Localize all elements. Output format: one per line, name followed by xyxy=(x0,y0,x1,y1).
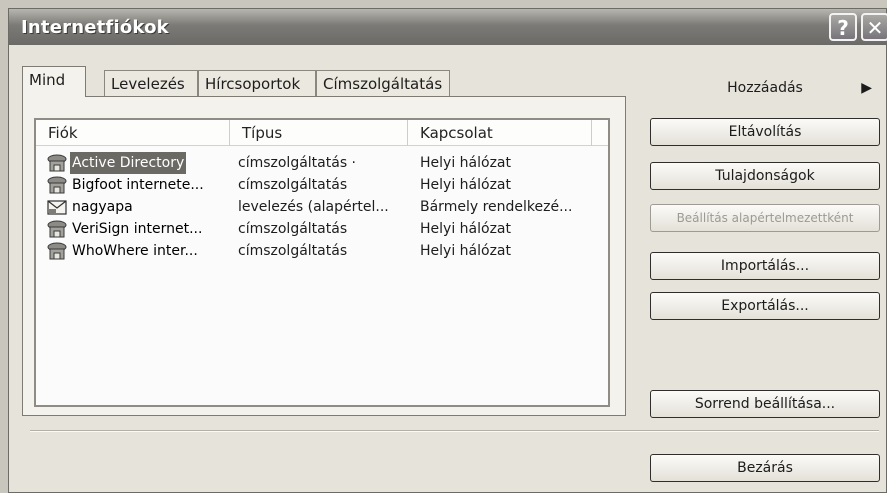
account-type: címszolgáltatás · xyxy=(238,155,357,171)
set-order-button[interactable]: Sorrend beállítása... xyxy=(650,390,880,418)
list-item[interactable]: nagyapa levelezés (alapértel... Bármely … xyxy=(36,196,608,218)
account-name: Bigfoot internete... xyxy=(72,177,204,193)
list-item[interactable]: VeriSign internet... címszolgáltatás Hel… xyxy=(36,218,608,240)
tab-directory-service-label: Címszolgáltatás xyxy=(323,75,443,93)
account-connection: Helyi hálózat xyxy=(420,221,511,237)
account-name: WhoWhere inter... xyxy=(72,243,198,259)
column-header-account[interactable]: Fiók xyxy=(36,120,230,146)
account-type: levelezés (alapértel... xyxy=(238,199,389,215)
close-window-button[interactable]: ✕ xyxy=(861,13,887,41)
account-connection: Bármely rendelkezé... xyxy=(420,199,573,215)
submenu-arrow-icon: ▶ xyxy=(861,80,872,96)
add-button[interactable]: Hozzáadás ▶ xyxy=(650,75,880,103)
export-button[interactable]: Exportálás... xyxy=(650,292,880,320)
divider xyxy=(30,430,879,432)
title-bar[interactable]: Internetfiókok ? ✕ xyxy=(9,9,887,45)
window-title: Internetfiókok xyxy=(21,17,169,38)
properties-button[interactable]: Tulajdonságok xyxy=(650,162,880,190)
remove-button[interactable]: Eltávolítás xyxy=(650,118,880,146)
account-name: Active Directory xyxy=(70,152,187,174)
tab-mail[interactable]: Levelezés xyxy=(104,70,198,96)
help-button[interactable]: ? xyxy=(829,13,857,41)
accounts-list[interactable]: Fiók Típus Kapcsolat Active Directory cí… xyxy=(34,118,610,407)
account-type: címszolgáltatás xyxy=(238,221,348,237)
account-connection: Helyi hálózat xyxy=(420,243,511,259)
account-connection: Helyi hálózat xyxy=(420,155,511,171)
tab-directory-service[interactable]: Címszolgáltatás xyxy=(316,70,450,96)
directory-service-icon xyxy=(47,154,67,172)
account-type: címszolgáltatás xyxy=(238,177,348,193)
column-header-type[interactable]: Típus xyxy=(230,120,408,146)
directory-service-icon xyxy=(47,176,67,194)
directory-service-icon xyxy=(47,242,67,260)
tab-newsgroups[interactable]: Hírcsoportok xyxy=(198,70,316,96)
tab-all[interactable]: Mind xyxy=(22,66,86,97)
set-default-button[interactable]: Beállítás alapértelmezettként xyxy=(650,204,880,232)
close-button[interactable]: Bezárás xyxy=(650,454,880,482)
column-header-connection[interactable]: Kapcsolat xyxy=(408,120,592,146)
directory-service-icon xyxy=(47,220,67,238)
list-item[interactable]: Active Directory címszolgáltatás · Helyi… xyxy=(36,152,608,174)
account-connection: Helyi hálózat xyxy=(420,177,511,193)
mail-account-icon xyxy=(47,200,67,215)
account-name: nagyapa xyxy=(72,199,133,215)
tab-mail-label: Levelezés xyxy=(111,75,185,93)
import-button[interactable]: Importálás... xyxy=(650,252,880,280)
account-name: VeriSign internet... xyxy=(72,221,203,237)
account-type: címszolgáltatás xyxy=(238,243,348,259)
list-item[interactable]: WhoWhere inter... címszolgáltatás Helyi … xyxy=(36,240,608,262)
list-header: Fiók Típus Kapcsolat xyxy=(36,120,608,146)
tab-newsgroups-label: Hírcsoportok xyxy=(205,75,301,93)
list-item[interactable]: Bigfoot internete... címszolgáltatás Hel… xyxy=(36,174,608,196)
tab-all-label: Mind xyxy=(29,71,66,89)
add-button-label: Hozzáadás xyxy=(727,80,803,96)
